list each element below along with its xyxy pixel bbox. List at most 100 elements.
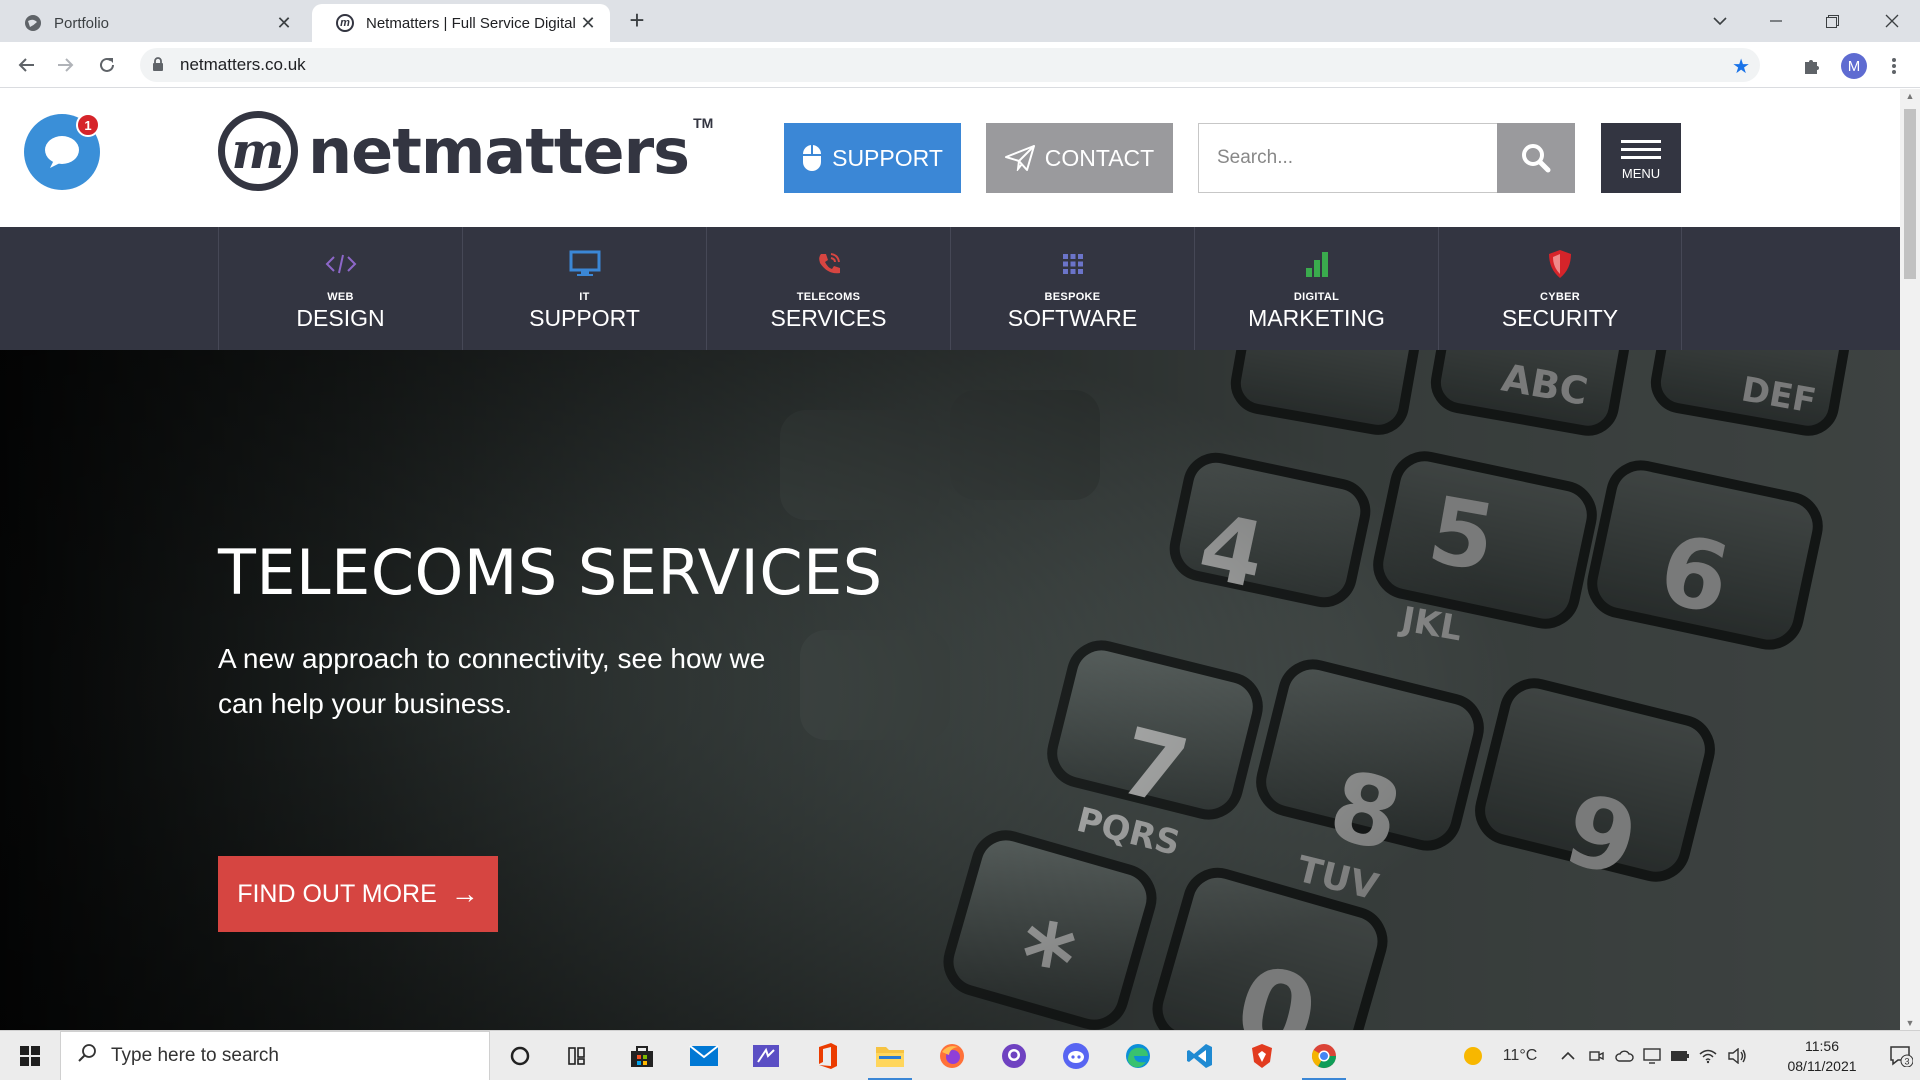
store-icon[interactable] bbox=[612, 1031, 672, 1080]
reload-icon[interactable] bbox=[94, 52, 120, 78]
back-icon[interactable] bbox=[14, 52, 40, 78]
taskbar-clock[interactable]: 11:56 08/11/2021 bbox=[1762, 1036, 1882, 1076]
file-explorer-icon[interactable] bbox=[860, 1031, 920, 1080]
services-nav: WEB DESIGN IT SUPPORT TELECOMS SERVICES bbox=[0, 227, 1900, 350]
new-tab-button[interactable]: + bbox=[624, 7, 650, 34]
paper-plane-icon bbox=[1004, 145, 1035, 171]
mail-icon[interactable] bbox=[674, 1031, 734, 1080]
search-submit-button[interactable] bbox=[1497, 123, 1575, 193]
close-tab-icon[interactable]: ✕ bbox=[578, 13, 598, 34]
service-bespoke-software[interactable]: BESPOKE SOFTWARE bbox=[950, 227, 1194, 350]
close-tab-icon[interactable]: ✕ bbox=[274, 13, 294, 34]
service-big-label: SECURITY bbox=[1501, 305, 1619, 331]
github-icon[interactable] bbox=[984, 1031, 1044, 1080]
onedrive-cloud-icon[interactable] bbox=[1612, 1031, 1636, 1080]
contact-button[interactable]: CONTACT bbox=[986, 123, 1173, 193]
firefox-icon[interactable] bbox=[922, 1031, 982, 1080]
taskbar-search-input[interactable]: Type here to search bbox=[60, 1031, 490, 1080]
volume-icon[interactable] bbox=[1724, 1031, 1750, 1080]
cortana-icon[interactable] bbox=[490, 1031, 550, 1080]
clock-date: 08/11/2021 bbox=[1787, 1058, 1857, 1074]
shield-icon bbox=[1547, 249, 1573, 279]
hero-title: TELECOMS SERVICES bbox=[218, 536, 883, 609]
battery-icon[interactable] bbox=[1668, 1031, 1692, 1080]
service-small-label: CYBER bbox=[1539, 291, 1580, 303]
windows-logo-icon bbox=[20, 1046, 40, 1066]
discord-icon[interactable] bbox=[1046, 1031, 1106, 1080]
netmatters-logo[interactable]: m netmatters TM bbox=[218, 111, 713, 191]
menu-button[interactable]: MENU bbox=[1601, 123, 1681, 193]
browser-tab-bar: Portfolio ✕ m Netmatters | Full Service … bbox=[0, 0, 1920, 42]
windows-start-button[interactable] bbox=[0, 1031, 60, 1080]
browser-menu-kebab-icon[interactable] bbox=[1882, 54, 1906, 78]
netmatters-favicon-icon: m bbox=[336, 14, 354, 32]
logo-trademark: TM bbox=[693, 115, 714, 131]
chat-icon bbox=[45, 136, 79, 168]
service-web-design[interactable]: WEB DESIGN bbox=[218, 227, 462, 350]
vscode-icon[interactable] bbox=[1170, 1031, 1230, 1080]
service-it-support[interactable]: IT SUPPORT bbox=[462, 227, 706, 350]
scrollbar-thumb[interactable] bbox=[1904, 109, 1916, 279]
globe-icon bbox=[24, 14, 42, 32]
windows-taskbar: Type here to search 11°C 11:56 08/11/202… bbox=[0, 1030, 1920, 1080]
service-telecoms[interactable]: TELECOMS SERVICES bbox=[706, 227, 950, 350]
extensions-puzzle-icon[interactable] bbox=[1800, 54, 1824, 78]
address-field[interactable]: netmatters.co.uk ★ bbox=[140, 48, 1760, 82]
grid-icon bbox=[1061, 249, 1085, 279]
display-icon[interactable] bbox=[1640, 1031, 1664, 1080]
tray-chevron-up-icon[interactable] bbox=[1556, 1031, 1580, 1080]
service-big-label: SOFTWARE bbox=[1007, 305, 1138, 331]
page-scrollbar[interactable]: ▲ ▼ bbox=[1900, 89, 1920, 1030]
scroll-down-icon[interactable]: ▼ bbox=[1900, 1018, 1920, 1028]
edge-icon[interactable] bbox=[1108, 1031, 1168, 1080]
search-icon bbox=[77, 1043, 97, 1069]
site-search-input[interactable]: Search... bbox=[1198, 123, 1498, 193]
wifi-icon[interactable] bbox=[1696, 1031, 1720, 1080]
chat-notification-badge: 1 bbox=[76, 113, 100, 137]
tab-search-chevron-icon[interactable] bbox=[1692, 0, 1748, 42]
browser-toolbar: netmatters.co.uk ★ bbox=[0, 42, 1920, 88]
hero-subtitle: A new approach to connectivity, see how … bbox=[218, 643, 766, 719]
service-digital-marketing[interactable]: DIGITAL MARKETING bbox=[1194, 227, 1438, 350]
service-big-label: MARKETING bbox=[1248, 305, 1385, 331]
brave-icon[interactable] bbox=[1232, 1031, 1292, 1080]
weather-temperature[interactable]: 11°C bbox=[1490, 1031, 1550, 1080]
tab-netmatters[interactable]: m Netmatters | Full Service Digital A ✕ bbox=[312, 4, 610, 42]
support-button[interactable]: SUPPORT bbox=[784, 123, 961, 193]
service-small-label: TELECOMS bbox=[796, 291, 861, 303]
phone-icon bbox=[816, 249, 842, 279]
bookmark-star-icon[interactable]: ★ bbox=[1732, 54, 1750, 79]
meet-now-icon[interactable] bbox=[1584, 1031, 1608, 1080]
close-window-icon[interactable] bbox=[1864, 0, 1920, 42]
profile-avatar[interactable]: M bbox=[1841, 53, 1867, 79]
hero-slider: ABC DEF 4 5 JKL 6 7 PQRS 8 TUV 9 * 0 TEL… bbox=[0, 350, 1900, 1030]
service-small-label: BESPOKE bbox=[1044, 291, 1101, 303]
tab-portfolio[interactable]: Portfolio ✕ bbox=[0, 4, 306, 42]
remote-desktop-icon[interactable] bbox=[736, 1031, 796, 1080]
bar-chart-icon bbox=[1304, 249, 1330, 279]
restore-window-icon[interactable] bbox=[1804, 0, 1860, 42]
cta-label: FIND OUT MORE bbox=[237, 879, 437, 908]
service-big-label: DESIGN bbox=[296, 305, 385, 331]
service-big-label: SERVICES bbox=[770, 305, 887, 331]
find-out-more-button[interactable]: FIND OUT MORE → bbox=[218, 856, 498, 932]
lock-icon bbox=[152, 57, 166, 73]
tab-title: Netmatters | Full Service Digital A bbox=[366, 14, 578, 32]
service-small-label: WEB bbox=[327, 291, 354, 303]
action-center-icon[interactable]: 3 bbox=[1886, 1031, 1916, 1080]
task-view-icon[interactable] bbox=[550, 1031, 610, 1080]
minimize-window-icon[interactable] bbox=[1748, 0, 1804, 42]
office-icon[interactable] bbox=[798, 1031, 858, 1080]
taskbar-search-placeholder: Type here to search bbox=[111, 1045, 279, 1066]
weather-sun-icon[interactable] bbox=[1458, 1031, 1488, 1080]
service-cyber-security[interactable]: CYBER SECURITY bbox=[1438, 227, 1682, 350]
mouse-icon bbox=[803, 145, 822, 171]
web-page: 1 m netmatters TM SUPPORT CONTACT Search… bbox=[0, 89, 1900, 1030]
scroll-up-icon[interactable]: ▲ bbox=[1900, 91, 1920, 101]
service-small-label: IT bbox=[579, 291, 590, 303]
chrome-icon[interactable] bbox=[1294, 1031, 1354, 1080]
tab-title: Portfolio bbox=[54, 14, 110, 32]
arrow-right-icon: → bbox=[450, 878, 479, 909]
forward-icon[interactable] bbox=[52, 52, 78, 78]
service-big-label: SUPPORT bbox=[529, 305, 640, 331]
